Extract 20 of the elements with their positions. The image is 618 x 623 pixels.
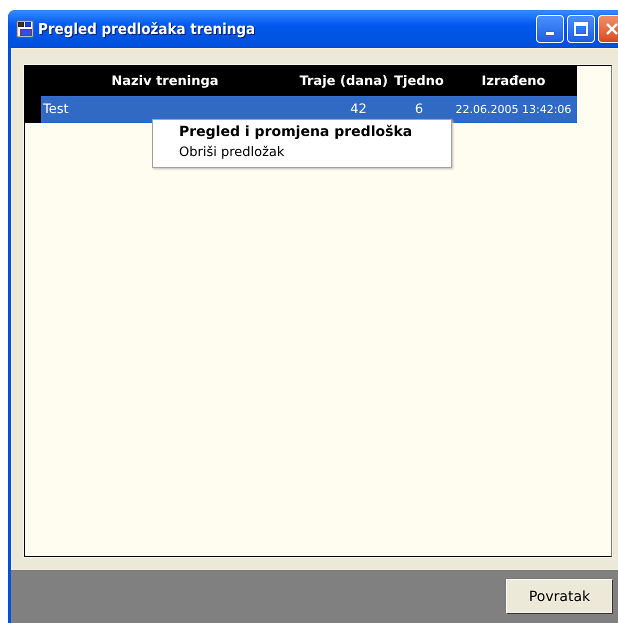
table-cell-text: 22.06.2005 13:42:06	[454, 103, 572, 116]
menu-item[interactable]: Obriši predložak	[153, 143, 451, 163]
app-icon	[16, 20, 34, 38]
column-header[interactable]: Tjedno	[388, 74, 450, 88]
table-cell-text: Test	[42, 102, 70, 117]
minimize-icon	[546, 32, 554, 34]
minimize-button[interactable]	[536, 15, 564, 43]
menu-item[interactable]: Pregled i promjena predloška	[153, 122, 451, 143]
table-cell-text: 42	[349, 102, 368, 117]
table-row[interactable]: Test 42 6 22.06.2005 13:42:06	[41, 96, 577, 123]
column-header[interactable]: Naziv treninga	[41, 74, 289, 88]
maximize-button[interactable]	[567, 15, 595, 43]
close-icon	[605, 22, 618, 36]
column-header[interactable]: Izrađeno	[450, 74, 577, 88]
back-button[interactable]: Povratak	[506, 579, 613, 614]
table-cell-text: 6	[414, 102, 424, 117]
maximize-icon	[574, 22, 588, 36]
close-button[interactable]	[598, 15, 618, 43]
window-title: Pregled predložaka treninga	[38, 20, 256, 38]
column-header[interactable]: Traje (dana)	[289, 74, 388, 88]
